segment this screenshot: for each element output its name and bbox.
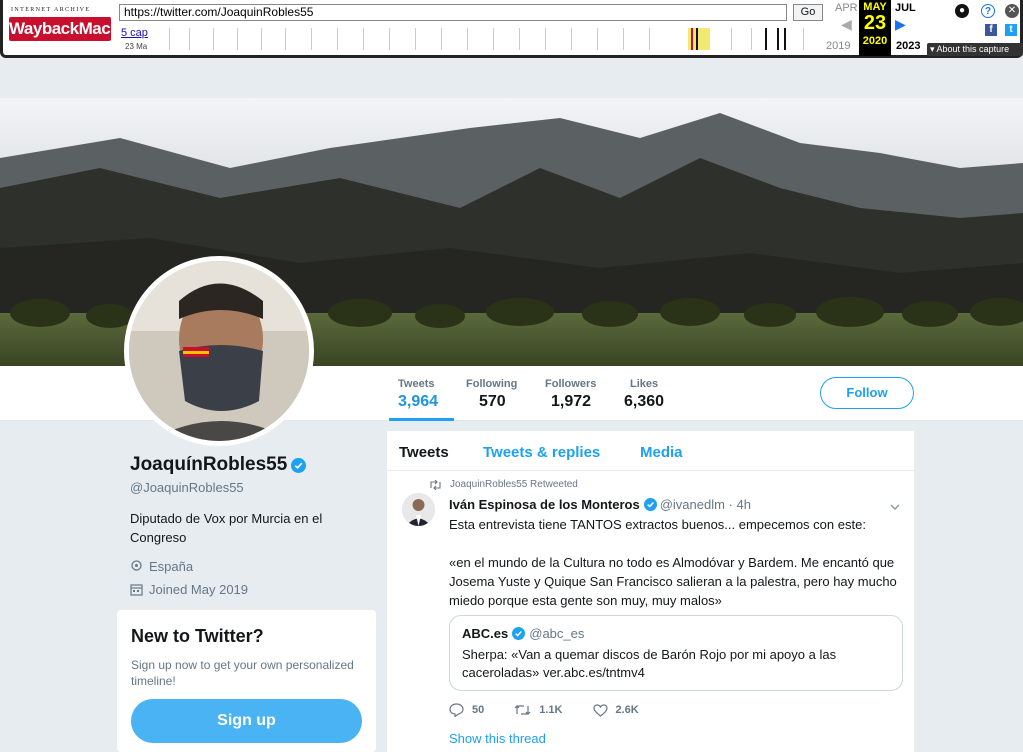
wayback-logo-caption: INTERNET ARCHIVE xyxy=(11,7,91,13)
avatar-photo xyxy=(129,261,309,441)
tweet-text-line-2: «en el mundo de la Cultura no todo es Al… xyxy=(449,555,897,608)
profile-avatar[interactable] xyxy=(124,256,314,446)
quoted-tweet[interactable]: ABC.es @abc_es Sherpa: «Van a quemar dis… xyxy=(449,615,903,691)
stat-likes[interactable]: Likes 6,360 xyxy=(624,378,664,411)
active-stat-underline xyxy=(389,418,454,421)
profile-bio: Diputado de Vox por Murcia en el Congres… xyxy=(130,511,323,545)
tweet-author-avatar[interactable] xyxy=(402,493,435,526)
location-pin-icon xyxy=(131,560,142,571)
quoted-handle: @abc_es xyxy=(529,626,585,641)
profile-handle[interactable]: @JoaquinRobles55 xyxy=(130,480,370,495)
twitter-share-icon[interactable]: t xyxy=(1005,24,1017,36)
signup-button[interactable]: Sign up xyxy=(131,699,362,743)
profile-name-row: JoaquínRobles55 xyxy=(130,454,370,476)
wayback-current-date: MAY 23 2020 xyxy=(859,0,891,56)
quoted-tweet-header: ABC.es @abc_es xyxy=(462,626,890,641)
retweet-icon xyxy=(514,705,531,715)
timeline-tabs: Tweets Tweets & replies Media xyxy=(387,431,914,471)
tweet-text-line-1: Esta entrevista tiene TANTOS extractos b… xyxy=(449,517,866,532)
profile-info: JoaquínRobles55 @JoaquinRobles55 Diputad… xyxy=(130,454,370,597)
timeline: Tweets Tweets & replies Media JoaquinRob… xyxy=(387,431,914,752)
joined-text: Joined May 2019 xyxy=(149,582,249,597)
wayback-next-month[interactable]: JUL xyxy=(895,2,916,14)
wayback-go-button[interactable]: Go xyxy=(793,4,823,21)
verified-badge-icon xyxy=(291,457,307,473)
reply-count: 50 xyxy=(472,704,485,716)
stat-value: 3,964 xyxy=(398,393,439,410)
wayback-captures-link[interactable]: 5 cap xyxy=(121,27,148,39)
verified-badge-icon xyxy=(643,498,657,511)
help-icon[interactable]: ? xyxy=(981,4,995,18)
stat-label: Tweets xyxy=(398,378,435,390)
signup-text: Sign up now to get your own personalized… xyxy=(131,658,354,688)
calendar-icon xyxy=(130,584,143,596)
author-photo xyxy=(402,493,435,526)
verified-badge-icon xyxy=(512,627,526,640)
about-capture-dropdown[interactable]: ▾ About this capture xyxy=(927,43,1023,56)
like-action[interactable]: 2.6K xyxy=(592,703,639,717)
tweet-text: Esta entrevista tiene TANTOS extractos b… xyxy=(449,515,899,610)
signup-card: New to Twitter? Sign up now to get your … xyxy=(117,610,376,752)
wayback-url-input[interactable]: https://twitter.com/JoaquinRobles55 xyxy=(119,4,787,21)
wayback-prev-month[interactable]: APR xyxy=(835,2,858,14)
retweeted-by-text: JoaquinRobles55 Retweeted xyxy=(450,479,578,490)
location-text: España xyxy=(149,559,194,574)
wayback-next-year[interactable]: 2023 xyxy=(896,40,920,52)
wayback-logo[interactable]: WaybackMachine xyxy=(9,17,111,41)
prev-capture-arrow-icon[interactable]: ◀ xyxy=(841,16,852,33)
like-count: 2.6K xyxy=(615,704,639,716)
about-capture-label: About this capture xyxy=(936,44,1010,54)
tab-tweets[interactable]: Tweets xyxy=(399,444,449,461)
close-icon[interactable]: ✕ xyxy=(1005,4,1019,18)
facebook-icon[interactable]: f xyxy=(985,24,997,36)
tweet-handle-time[interactable]: @ivanedlm · 4h xyxy=(660,497,751,512)
stat-label: Following xyxy=(466,378,518,390)
chevron-down-icon[interactable] xyxy=(889,501,901,513)
tweet-header: Iván Espinosa de los Monteros @ivanedlm … xyxy=(449,497,751,512)
stat-label: Likes xyxy=(630,378,659,390)
profile-name[interactable]: JoaquínRobles55 xyxy=(130,454,287,476)
stat-label: Followers xyxy=(545,378,597,390)
tab-tweets-replies[interactable]: Tweets & replies xyxy=(483,444,600,461)
tab-media[interactable]: Media xyxy=(640,444,683,461)
wayback-prev-year[interactable]: 2019 xyxy=(826,40,850,52)
current-year: 2020 xyxy=(862,35,888,47)
user-icon[interactable]: ● xyxy=(955,4,969,18)
follow-button[interactable]: Follow xyxy=(820,377,914,409)
show-thread-link[interactable]: Show this thread xyxy=(449,731,546,746)
retweet-count: 1.1K xyxy=(539,704,563,716)
stat-tweets[interactable]: Tweets 3,964 xyxy=(398,378,438,411)
wayback-toolbar: INTERNET ARCHIVE WaybackMachine https://… xyxy=(0,0,1023,58)
retweet-icon xyxy=(430,479,441,490)
signup-title: New to Twitter? xyxy=(131,626,264,646)
wayback-captures-date: 23 Ma xyxy=(125,42,148,51)
retweet-context: JoaquinRobles55 Retweeted xyxy=(429,479,578,490)
current-day: 23 xyxy=(863,12,887,34)
tweet-author-name[interactable]: Iván Espinosa de los Monteros xyxy=(449,497,640,512)
profile-joined: Joined May 2019 xyxy=(130,582,370,597)
stat-value: 570 xyxy=(479,393,506,410)
retweet-action[interactable]: 1.1K xyxy=(514,703,563,717)
reply-icon xyxy=(449,703,464,717)
heart-icon xyxy=(592,703,608,717)
reply-action[interactable]: 50 xyxy=(449,703,484,717)
profile-location: España xyxy=(130,559,370,574)
next-capture-arrow-icon[interactable]: ▶ xyxy=(895,16,906,33)
wayback-sparkline[interactable] xyxy=(151,26,811,52)
stat-followers[interactable]: Followers 1,972 xyxy=(545,378,596,411)
stat-value: 1,972 xyxy=(551,393,592,410)
tweet-actions: 50 1.1K 2.6K xyxy=(449,703,669,717)
stat-value: 6,360 xyxy=(624,393,665,410)
quoted-text: Sherpa: «Van a quemar discos de Barón Ro… xyxy=(462,647,837,680)
quoted-author-name: ABC.es xyxy=(462,626,509,641)
stat-following[interactable]: Following 570 xyxy=(466,378,517,411)
